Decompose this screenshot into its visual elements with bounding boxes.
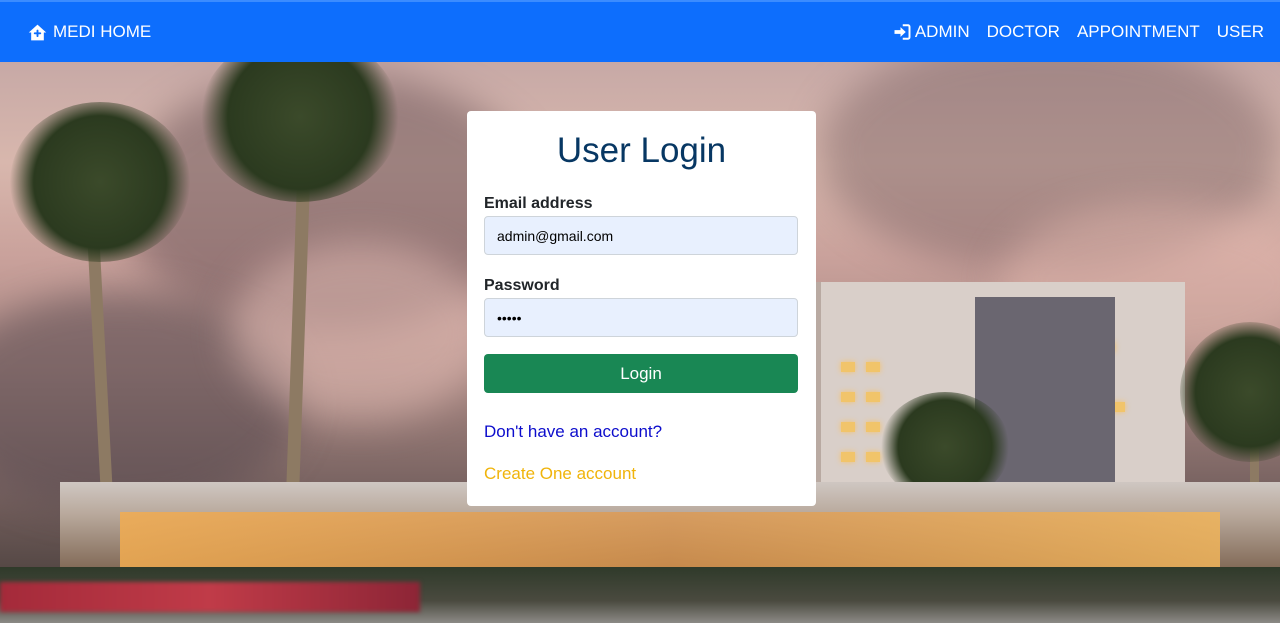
password-group: Password xyxy=(484,277,799,337)
nav-link-user[interactable]: USER xyxy=(1217,22,1264,42)
nav-link-doctor[interactable]: DOCTOR xyxy=(987,22,1060,42)
brand-label: MEDI HOME xyxy=(53,22,152,41)
password-input[interactable] xyxy=(484,298,798,337)
email-input[interactable] xyxy=(484,216,798,255)
email-label: Email address xyxy=(484,195,593,212)
email-group: Email address xyxy=(484,195,799,255)
login-card: User Login Email address Password Login … xyxy=(467,111,816,506)
nav-links: ADMIN DOCTOR APPOINTMENT USER xyxy=(893,22,1264,42)
login-title: User Login xyxy=(556,131,727,170)
nav-link-admin[interactable]: ADMIN xyxy=(893,22,970,42)
login-button[interactable]: Login xyxy=(484,354,798,393)
nav-link-appointment[interactable]: APPOINTMENT xyxy=(1077,22,1200,42)
nav-link-admin-label: ADMIN xyxy=(914,22,970,41)
create-account-link[interactable]: Create One account xyxy=(484,464,799,484)
no-account-link[interactable]: Don't have an account? xyxy=(484,422,799,442)
sign-in-icon xyxy=(894,24,911,40)
flower-bed xyxy=(0,582,420,612)
brand-link[interactable]: MEDI HOME xyxy=(28,22,151,42)
navbar: MEDI HOME ADMIN DOCTOR APPOINTMENT USER xyxy=(0,0,1280,62)
password-label: Password xyxy=(484,277,560,294)
home-icon xyxy=(28,24,47,40)
cloud-shape xyxy=(230,242,490,422)
